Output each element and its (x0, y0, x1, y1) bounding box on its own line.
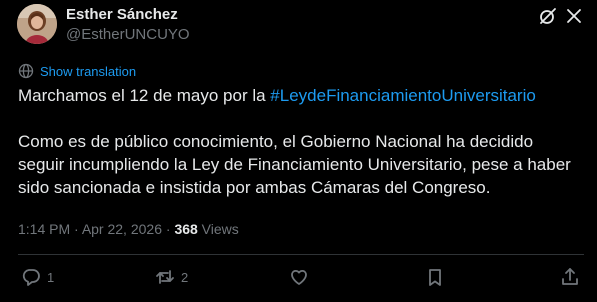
translate-globe-icon (18, 63, 34, 79)
heart-icon (291, 269, 307, 285)
reply-bubble-icon (22, 269, 40, 286)
share-button[interactable] (560, 266, 580, 288)
meta-separator: · (70, 221, 82, 237)
meta-separator-2: · (161, 221, 175, 237)
tweet-meta: 1:14 PM · Apr 22, 2026 · 368 Views (18, 220, 239, 238)
views-label: Views (197, 221, 239, 237)
bookmark-button[interactable] (425, 266, 445, 288)
avatar-photo (17, 4, 57, 44)
reply-button[interactable]: 1 (21, 266, 54, 288)
close-x-icon[interactable] (563, 5, 585, 27)
repost-button[interactable]: 2 (155, 266, 188, 288)
views-count: 368 (174, 221, 198, 237)
share-upload-icon (562, 268, 578, 285)
tweet-date[interactable]: Apr 22, 2026 (82, 221, 162, 237)
tweet-time[interactable]: 1:14 PM (18, 221, 70, 237)
divider (18, 254, 584, 255)
show-translation-label: Show translation (40, 63, 137, 79)
author-display-name[interactable]: Esther Sánchez (66, 6, 178, 24)
avatar[interactable] (17, 4, 57, 44)
tweet-line-1-text: Marchamos el 12 de mayo por la (18, 86, 271, 105)
tweet-line-1: Marchamos el 12 de mayo por la #LeydeFin… (18, 84, 583, 107)
grok-icon[interactable] (537, 5, 559, 27)
repost-count: 2 (181, 269, 189, 285)
repost-arrows-icon (156, 270, 174, 284)
tweet-text: Marchamos el 12 de mayo por la #LeydeFin… (18, 84, 583, 199)
show-translation-link[interactable]: Show translation (18, 63, 136, 79)
reply-count: 1 (47, 269, 55, 285)
bookmark-icon (429, 269, 441, 286)
author-handle[interactable]: @EstherUNCUYO (66, 26, 190, 44)
tweet-paragraph-2: Como es de público conocimiento, el Gobi… (18, 132, 571, 197)
like-button[interactable] (289, 266, 309, 288)
hashtag-link[interactable]: #LeydeFinanciamientoUniversitario (270, 86, 536, 105)
